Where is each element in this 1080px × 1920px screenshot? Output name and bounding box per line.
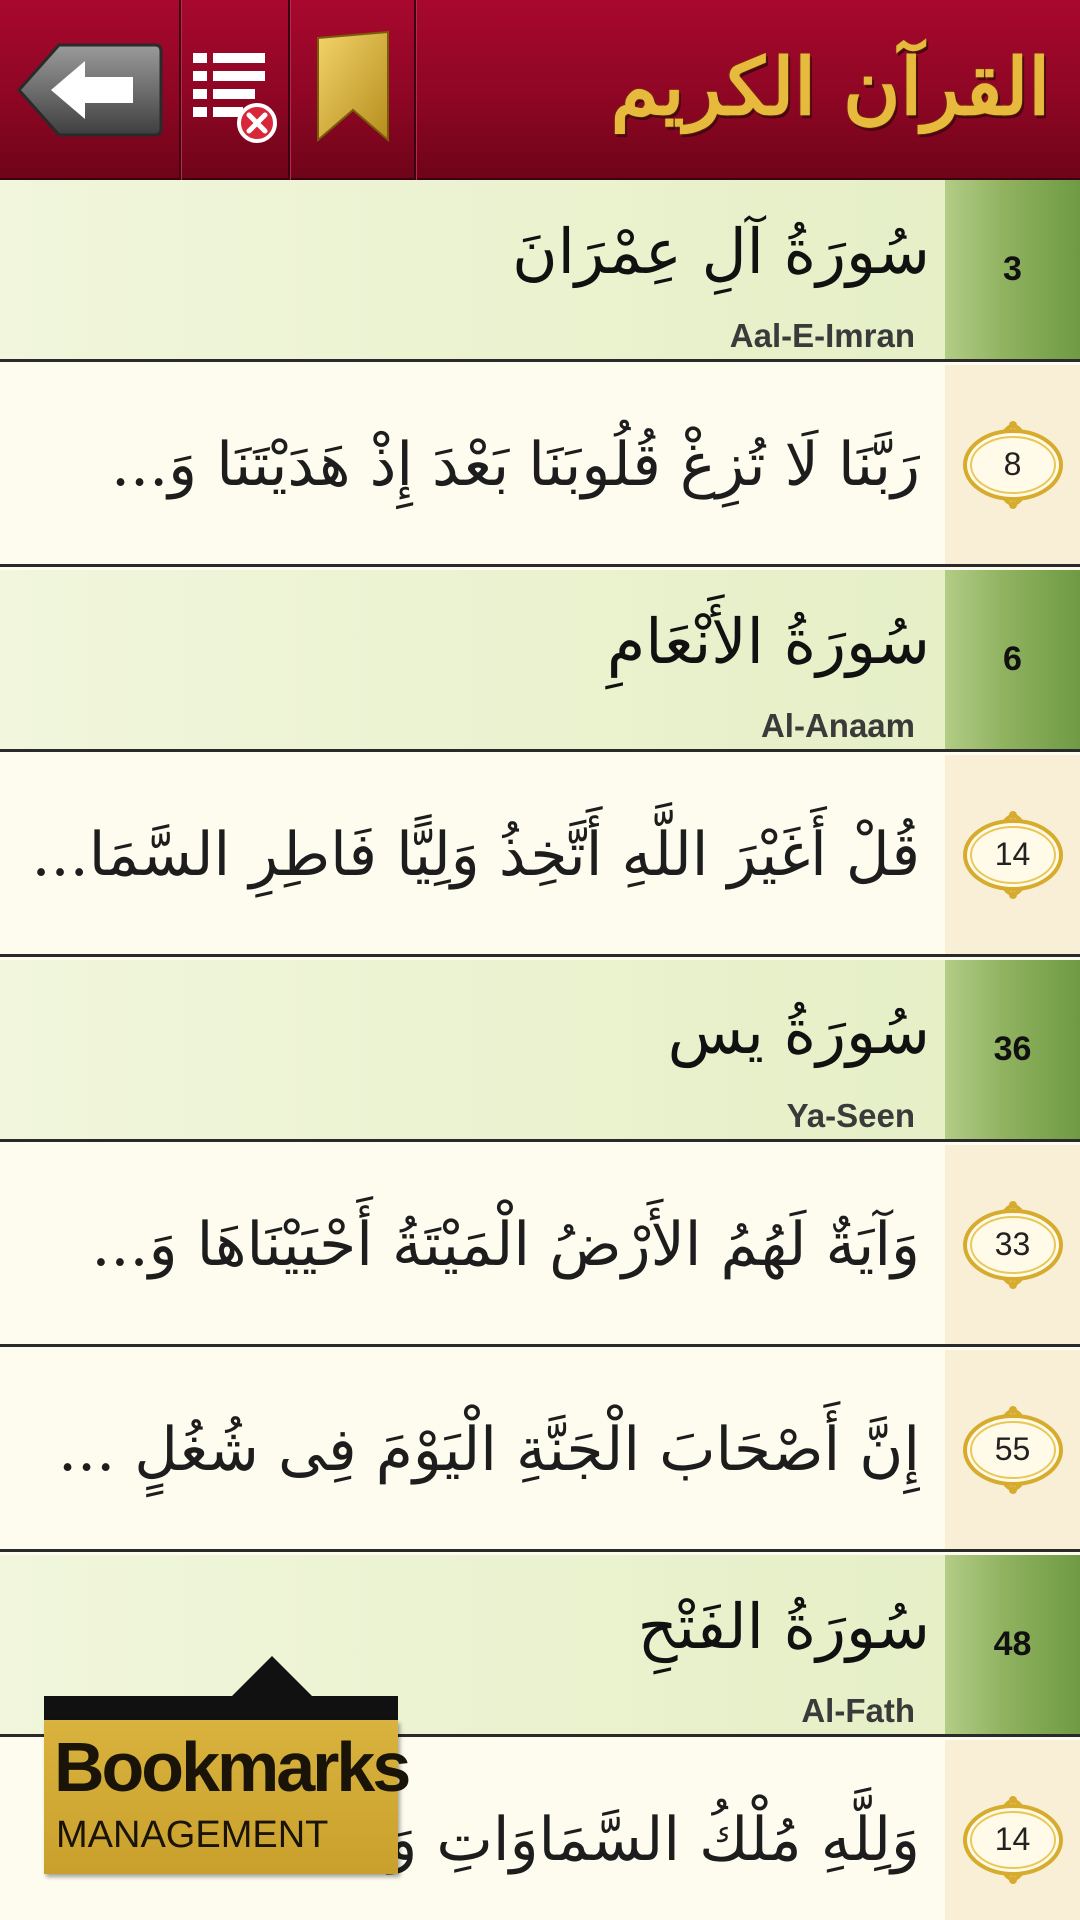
surah-number-cell: 36 xyxy=(945,960,1080,1139)
ayah-number: 14 xyxy=(994,1821,1031,1857)
surah-number-cell: 48 xyxy=(945,1555,1080,1734)
verse-text: إِنَّ أَصْحَابَ الْجَنَّةِ الْيَوْمَ فِى… xyxy=(20,1350,920,1549)
bookmarked-verse-row[interactable]: قُلْ أَغَيْرَ اللَّهِ أَتَّخِذُ وَلِيًّا… xyxy=(0,755,1080,957)
surah-number-cell: 3 xyxy=(945,180,1080,359)
header-divider xyxy=(288,0,291,180)
ayah-badge: 33 xyxy=(961,1199,1065,1291)
tooltip-bar xyxy=(44,1696,398,1720)
surah-header-row[interactable]: سُورَةُ آلِ عِمْرَانَ Aal-E-Imran 3 xyxy=(0,180,1080,362)
bookmark-button[interactable] xyxy=(292,0,414,180)
surah-title: سُورَةُ الفَتْحِ xyxy=(637,1590,930,1663)
verse-text-content: قُلْ أَغَيْرَ اللَّهِ أَتَّخِذُ وَلِيًّا… xyxy=(31,819,920,890)
surah-name: Al-Anaam xyxy=(760,707,915,744)
ayah-number-cell: 14 xyxy=(945,1740,1080,1920)
ayah-number-cell: 8 xyxy=(945,365,1080,564)
surah-header-row[interactable]: سُورَةُ يس Ya-Seen 36 xyxy=(0,960,1080,1142)
ayah-number-cell: 14 xyxy=(945,755,1080,954)
surah-title: سُورَةُ يس xyxy=(667,995,930,1068)
tooltip-body: Bookmarks MANAGEMENT xyxy=(44,1720,411,1874)
surah-number: 3 xyxy=(1003,250,1022,288)
bookmarked-verse-row[interactable]: رَبَّنَا لَا تُزِغْ قُلُوبَنَا بَعْدَ إِ… xyxy=(0,365,1080,567)
verse-text-content: وَآيَةٌ لَهُمُ الأَرْضُ الْمَيْتَةُ أَحْ… xyxy=(91,1209,920,1280)
app-logo: القرآن الكريم xyxy=(610,42,1050,133)
back-arrow-icon xyxy=(16,43,163,137)
ayah-number-cell: 33 xyxy=(945,1145,1080,1344)
ayah-number: 14 xyxy=(994,836,1031,872)
surah-number-cell: 6 xyxy=(945,570,1080,749)
ayah-number: 33 xyxy=(994,1226,1031,1262)
surah-header-row[interactable]: سُورَةُ الأَنْعَامِ Al-Anaam 6 xyxy=(0,570,1080,752)
bookmarked-verse-row[interactable]: إِنَّ أَصْحَابَ الْجَنَّةِ الْيَوْمَ فِى… xyxy=(0,1350,1080,1552)
list-clear-icon xyxy=(193,53,277,143)
surah-number: 6 xyxy=(1003,640,1022,678)
app-header: القرآن الكريم xyxy=(0,0,1080,180)
verse-text: رَبَّنَا لَا تُزِغْ قُلُوبَنَا بَعْدَ إِ… xyxy=(20,365,920,564)
surah-number: 36 xyxy=(993,1030,1032,1068)
ayah-number: 8 xyxy=(1003,446,1022,482)
ayah-badge: 14 xyxy=(961,1794,1065,1886)
tooltip-title: Bookmarks xyxy=(54,1728,411,1806)
ayah-number-cell: 55 xyxy=(945,1350,1080,1549)
back-button[interactable] xyxy=(0,0,180,180)
bookmarked-verse-row[interactable]: وَآيَةٌ لَهُمُ الأَرْضُ الْمَيْتَةُ أَحْ… xyxy=(0,1145,1080,1347)
surah-title: سُورَةُ الأَنْعَامِ xyxy=(606,605,930,678)
ayah-badge: 8 xyxy=(961,419,1065,511)
tooltip-arrow xyxy=(230,1656,314,1698)
surah-name: Aal-E-Imran xyxy=(729,317,915,354)
surah-title: سُورَةُ آلِ عِمْرَانَ xyxy=(512,215,930,288)
verse-text: قُلْ أَغَيْرَ اللَّهِ أَتَّخِذُ وَلِيًّا… xyxy=(20,755,920,954)
ayah-number: 55 xyxy=(994,1431,1031,1467)
clear-bookmarks-button[interactable] xyxy=(182,0,288,180)
surah-name: Al-Fath xyxy=(801,1692,915,1729)
verse-text-content: وَلِلَّهِ مُلْكُ السَّمَاوَاتِ وَ xyxy=(388,1804,920,1875)
surah-name: Ya-Seen xyxy=(786,1097,915,1134)
tooltip-subtitle: MANAGEMENT xyxy=(56,1814,329,1856)
ayah-badge: 14 xyxy=(961,809,1065,901)
bookmark-icon xyxy=(317,30,389,143)
header-divider xyxy=(414,0,417,180)
bookmarks-management-tooltip: Bookmarks MANAGEMENT xyxy=(44,1656,411,1874)
surah-number: 48 xyxy=(993,1625,1032,1663)
verse-text-content: إِنَّ أَصْحَابَ الْجَنَّةِ الْيَوْمَ فِى… xyxy=(57,1414,920,1485)
verse-text-content: رَبَّنَا لَا تُزِغْ قُلُوبَنَا بَعْدَ إِ… xyxy=(110,429,920,500)
verse-text: وَآيَةٌ لَهُمُ الأَرْضُ الْمَيْتَةُ أَحْ… xyxy=(20,1145,920,1344)
ayah-badge: 55 xyxy=(961,1404,1065,1496)
